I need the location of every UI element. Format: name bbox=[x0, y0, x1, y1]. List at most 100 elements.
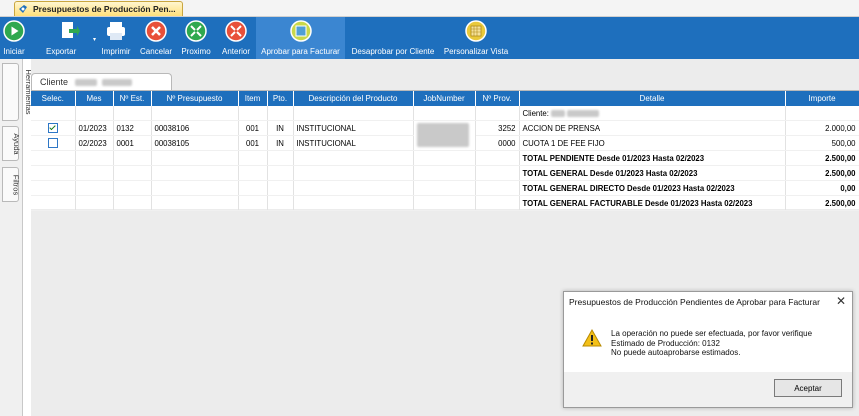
previous-button-label: Anterior bbox=[221, 47, 250, 56]
start-button-label: Iniciar bbox=[3, 47, 25, 56]
app-logo-icon bbox=[19, 5, 27, 13]
sidebar-tab-help[interactable]: Ayuda bbox=[2, 126, 22, 161]
cell-description: INSTITUCIONAL bbox=[293, 135, 414, 151]
cell-provider: 3252 bbox=[475, 120, 520, 136]
row-select-checkbox[interactable] bbox=[47, 138, 58, 148]
client-tab-label: Cliente bbox=[40, 77, 69, 87]
column-header[interactable]: Item bbox=[238, 91, 268, 106]
customize-view-icon bbox=[465, 20, 487, 42]
message-dialog: Presupuestos de Producción Pendientes de… bbox=[563, 291, 853, 408]
column-header[interactable]: Detalle bbox=[519, 91, 786, 106]
sidebar-tab-tools[interactable]: Herramientas bbox=[2, 63, 33, 121]
print-button-label: Imprimir bbox=[101, 47, 131, 56]
print-button[interactable]: Imprimir bbox=[98, 17, 134, 59]
data-grid: Selec. Mes Nº Est. Nº Presupuesto Item P… bbox=[31, 90, 859, 211]
sidebar-tab-help-label: Ayuda bbox=[12, 132, 22, 155]
export-icon bbox=[62, 22, 80, 38]
cell-amount: 2.000,00 bbox=[785, 120, 859, 136]
start-button[interactable]: Iniciar bbox=[0, 17, 28, 59]
total-value: 0,00 bbox=[785, 180, 859, 196]
redacted-text bbox=[416, 123, 469, 147]
approve-invoice-icon bbox=[289, 20, 312, 42]
total-value: 2.500,00 bbox=[785, 195, 859, 211]
total-label: TOTAL PENDIENTE Desde 01/2023 Hasta 02/2… bbox=[519, 150, 786, 166]
sidebar-tab-filters[interactable]: Filtros bbox=[2, 167, 21, 202]
dialog-message-line: No puede autoaprobarse estimados. bbox=[611, 348, 741, 357]
customize-view-button[interactable]: Personalizar Vista bbox=[440, 17, 512, 59]
printer-icon bbox=[107, 22, 125, 40]
dialog-message: La operación no puede ser efectuada, por… bbox=[611, 329, 812, 358]
redacted-text bbox=[102, 79, 133, 87]
column-header[interactable]: Selec. bbox=[31, 91, 76, 106]
cell-budget: 00038105 bbox=[151, 135, 239, 151]
next-icon bbox=[185, 20, 207, 42]
cell-month: 01/2023 bbox=[75, 120, 114, 136]
cell-jobnumber bbox=[413, 120, 476, 151]
dialog-message-line: La operación no puede ser efectuada, por… bbox=[611, 329, 813, 338]
cell-budget: 00038106 bbox=[151, 120, 239, 136]
window-tab-title: Presupuestos de Producción Pen... bbox=[33, 4, 176, 14]
next-button[interactable]: Proximo bbox=[178, 17, 214, 59]
cell-month: 02/2023 bbox=[75, 135, 114, 151]
column-header[interactable]: JobNumber bbox=[413, 91, 476, 106]
customize-view-button-label: Personalizar Vista bbox=[443, 47, 509, 56]
sidebar-tab-filters-label: Filtros bbox=[11, 174, 21, 195]
export-button[interactable]: Exportar ▾ bbox=[46, 17, 96, 59]
close-icon[interactable]: ✕ bbox=[836, 294, 846, 308]
grid-table: Selec. Mes Nº Est. Nº Presupuesto Item P… bbox=[31, 91, 859, 211]
total-row: TOTAL GENERAL Desde 01/2023 Hasta 02/202… bbox=[31, 165, 859, 181]
total-row: TOTAL GENERAL FACTURABLE Desde 01/2023 H… bbox=[31, 195, 859, 211]
cancel-button[interactable]: Cancelar bbox=[138, 17, 174, 59]
client-tab[interactable]: Cliente bbox=[31, 73, 172, 90]
column-header[interactable]: Pto. bbox=[267, 91, 294, 106]
window-tab[interactable]: Presupuestos de Producción Pen... bbox=[14, 1, 183, 16]
total-row: TOTAL GENERAL DIRECTO Desde 01/2023 Hast… bbox=[31, 180, 859, 196]
dialog-title: Presupuestos de Producción Pendientes de… bbox=[569, 297, 820, 307]
disapprove-client-button-label: Desaprobar por Cliente bbox=[351, 47, 435, 56]
cell-item: 001 bbox=[238, 120, 268, 136]
next-button-label: Proximo bbox=[181, 47, 211, 56]
previous-button[interactable]: Anterior bbox=[218, 17, 254, 59]
cell-detail: CUOTA 1 DE FEE FIJO bbox=[519, 135, 786, 151]
column-header[interactable]: Nº Est. bbox=[113, 91, 152, 106]
cell-item: 001 bbox=[238, 135, 268, 151]
column-header[interactable]: Importe bbox=[785, 91, 859, 106]
total-value: 2.500,00 bbox=[785, 150, 859, 166]
redacted-text bbox=[567, 109, 600, 117]
play-icon bbox=[3, 20, 25, 42]
grid-header-row: Selec. Mes Nº Est. Nº Presupuesto Item P… bbox=[31, 91, 859, 106]
cell-estimate: 0001 bbox=[113, 135, 152, 151]
approve-invoice-button-label: Aprobar para Facturar bbox=[261, 47, 340, 56]
cell-provider: 0000 bbox=[475, 135, 520, 151]
cancel-button-label: Cancelar bbox=[139, 47, 172, 56]
column-header[interactable]: Descripción del Producto bbox=[293, 91, 414, 106]
row-select-checkbox[interactable] bbox=[47, 123, 58, 133]
total-label: TOTAL GENERAL FACTURABLE Desde 01/2023 H… bbox=[519, 195, 786, 211]
column-header[interactable]: Mes bbox=[75, 91, 114, 106]
column-header[interactable]: Nº Prov. bbox=[475, 91, 520, 106]
accept-button[interactable]: Aceptar bbox=[774, 379, 842, 397]
chevron-down-icon[interactable]: ▾ bbox=[93, 36, 96, 43]
cell-detail: ACCION DE PRENSA bbox=[519, 120, 786, 136]
disapprove-client-button[interactable]: Desaprobar por Cliente bbox=[348, 17, 438, 59]
client-group-label: Cliente: bbox=[522, 108, 549, 118]
redacted-text bbox=[551, 109, 566, 117]
export-button-label: Exportar bbox=[46, 47, 77, 56]
total-label: TOTAL GENERAL Desde 01/2023 Hasta 02/202… bbox=[519, 165, 786, 181]
cell-pto: IN bbox=[267, 120, 294, 136]
previous-icon bbox=[225, 20, 247, 42]
cancel-icon bbox=[145, 20, 167, 42]
approve-invoice-button[interactable]: Aprobar para Facturar bbox=[256, 17, 345, 59]
column-header[interactable]: Nº Presupuesto bbox=[151, 91, 239, 106]
total-row: TOTAL PENDIENTE Desde 01/2023 Hasta 02/2… bbox=[31, 150, 859, 166]
redacted-text bbox=[74, 79, 97, 87]
warning-icon bbox=[582, 329, 602, 347]
dialog-footer: Aceptar bbox=[564, 372, 852, 407]
client-group-row: Cliente: bbox=[31, 106, 859, 121]
total-value: 2.500,00 bbox=[785, 165, 859, 181]
cell-amount: 500,00 bbox=[785, 135, 859, 151]
total-label: TOTAL GENERAL DIRECTO Desde 01/2023 Hast… bbox=[519, 180, 786, 196]
dialog-message-line: Estimado de Producción: 0132 bbox=[611, 338, 720, 348]
table-row[interactable]: 01/2023 0132 00038106 001 IN INSTITUCION… bbox=[31, 120, 859, 151]
toolbar: Iniciar Exportar ▾ Imprimir Cancelar Pro… bbox=[0, 17, 859, 59]
